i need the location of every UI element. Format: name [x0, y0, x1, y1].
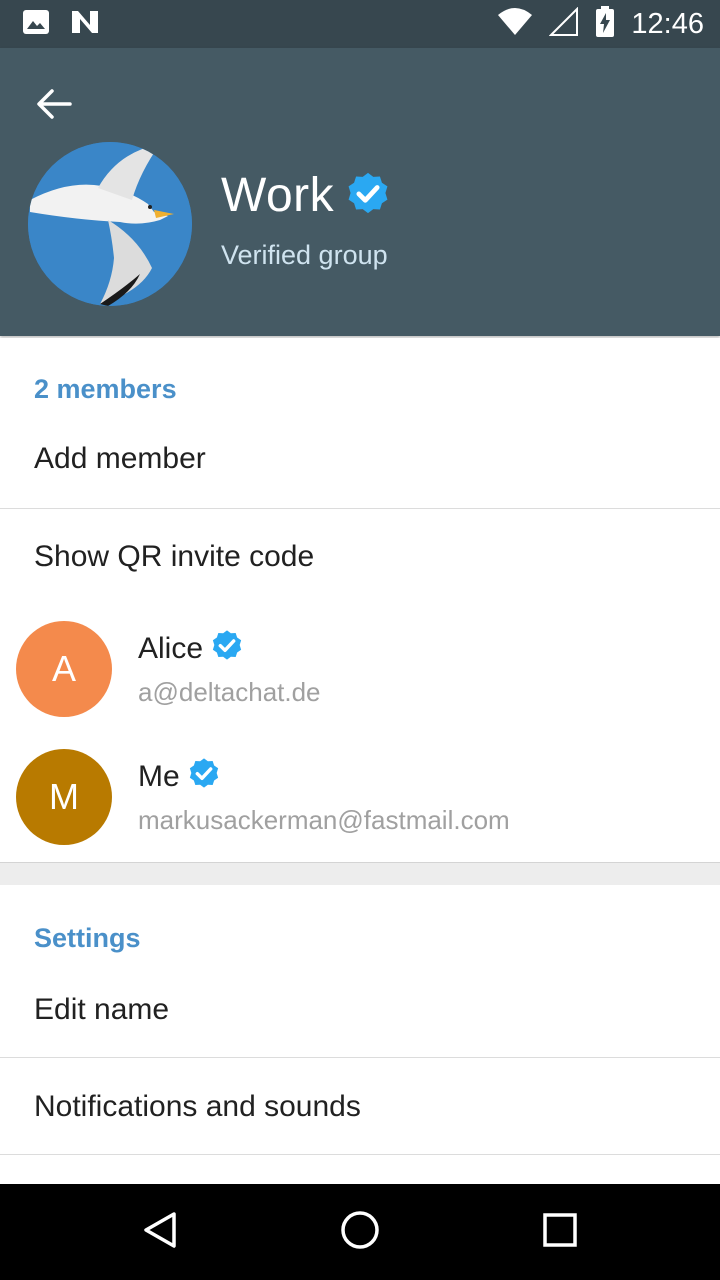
status-bar: 12:46 [0, 0, 720, 48]
notifications-sounds-row[interactable]: Notifications and sounds [0, 1058, 720, 1154]
avatar: M [16, 749, 112, 845]
avatar: A [16, 621, 112, 717]
navigation-bar [0, 1184, 720, 1280]
notifications-sounds-label: Notifications and sounds [34, 1090, 361, 1123]
n-notification-icon [70, 9, 100, 40]
recents-square-icon [541, 1211, 579, 1254]
add-member-label: Add member [34, 442, 206, 475]
members-count-header: 2 members [34, 374, 177, 404]
divider [0, 508, 720, 509]
settings-section: Settings Edit name Notifications and sou… [0, 885, 720, 1184]
divider [0, 1154, 720, 1155]
verified-icon [188, 757, 220, 797]
home-circle-icon [339, 1209, 381, 1256]
avatar-initial: A [51, 648, 76, 689]
section-separator [0, 862, 720, 886]
arrow-left-icon [36, 88, 72, 125]
wifi-icon [497, 7, 533, 42]
cell-signal-icon [549, 6, 579, 42]
member-email: a@deltachat.de [138, 677, 321, 707]
member-name: Me [138, 757, 220, 797]
verified-icon [211, 629, 243, 669]
group-title: Work [221, 168, 390, 223]
nav-recents-button[interactable] [536, 1208, 584, 1256]
back-triangle-icon [140, 1210, 180, 1255]
group-header: Work Verified group [0, 48, 720, 336]
seagull-image [28, 142, 192, 306]
back-button[interactable] [26, 78, 82, 134]
avatar-initial: M [49, 776, 79, 817]
settings-header: Settings [34, 923, 141, 953]
edit-name-row[interactable]: Edit name [0, 983, 720, 1057]
member-name-text: Alice [138, 632, 204, 665]
member-name: Alice [138, 629, 243, 669]
member-name-text: Me [138, 760, 180, 793]
edit-name-label: Edit name [34, 993, 170, 1026]
members-section: 2 members Add member Show QR invite code… [0, 338, 720, 861]
group-name: Work [221, 169, 335, 222]
show-qr-invite-row[interactable]: Show QR invite code [0, 528, 720, 592]
group-avatar[interactable] [28, 142, 192, 306]
show-qr-invite-label: Show QR invite code [34, 540, 315, 573]
image-icon [22, 9, 50, 40]
group-subtitle: Verified group [221, 240, 388, 270]
nav-home-button[interactable] [336, 1208, 384, 1256]
add-member-row[interactable]: Add member [0, 434, 720, 508]
nav-back-button[interactable] [136, 1208, 184, 1256]
member-email: markusackerman@fastmail.com [138, 805, 510, 835]
member-item-me[interactable]: M Me markusackerman@fastmail.com [0, 749, 720, 877]
battery-charging-icon [595, 6, 615, 43]
verified-icon [346, 171, 390, 220]
clock: 12:46 [631, 8, 704, 40]
member-item-alice[interactable]: A Alice a@deltachat.de [0, 621, 720, 749]
